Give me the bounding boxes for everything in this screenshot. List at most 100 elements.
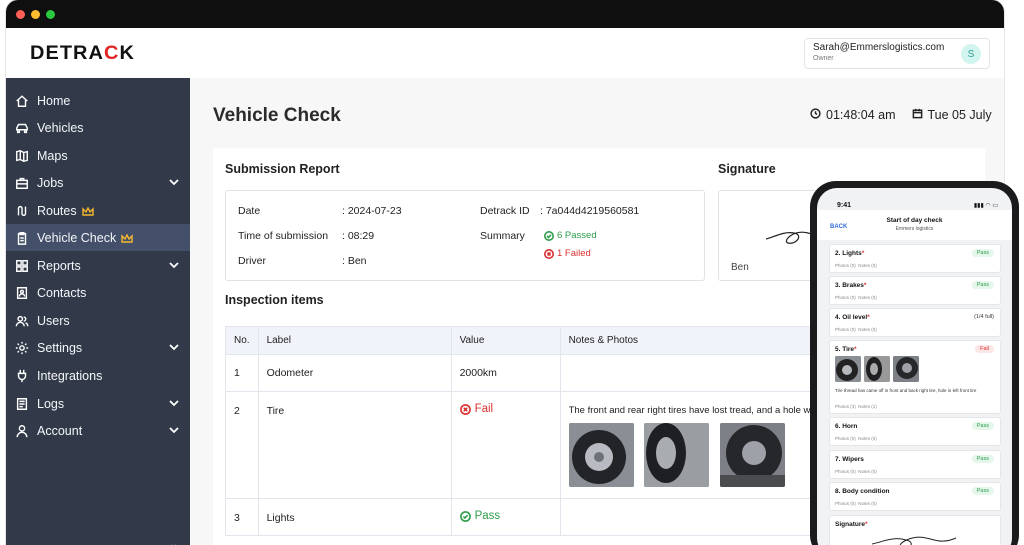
- pass-badge: Pass: [971, 487, 994, 495]
- notes-count[interactable]: Notes (1): [858, 404, 877, 409]
- photos-count[interactable]: Photos (0): [835, 501, 856, 506]
- row-value: Pass: [450, 498, 561, 536]
- avatar[interactable]: S: [961, 44, 981, 64]
- row-number: 1: [225, 354, 259, 392]
- stage: DETRACK Sarah@Emmerslogistics.com Owner …: [0, 0, 1024, 545]
- phone-check-item[interactable]: 8. Body condition Pass Photos (0) Notes …: [829, 482, 1001, 511]
- sidebar-item-jobs[interactable]: Jobs: [6, 169, 190, 196]
- notes-count[interactable]: Notes (0): [858, 295, 877, 300]
- notes-count[interactable]: Notes (0): [858, 327, 877, 332]
- logo-accent: C: [103, 43, 120, 64]
- detrack-logo[interactable]: DETRACK: [30, 43, 135, 65]
- gear-icon: [14, 340, 30, 356]
- sidebar-item-logs[interactable]: Logs: [6, 390, 190, 417]
- phone-check-item[interactable]: 5. Tire* Fail Tire thread has came off i…: [829, 340, 1001, 414]
- chevron-down-icon[interactable]: [168, 176, 180, 188]
- sidebar-item-integrations[interactable]: Integrations: [6, 362, 190, 389]
- check-label-text: 5. Tire: [835, 346, 855, 353]
- row-notes: [559, 354, 826, 392]
- grid-icon: [14, 258, 30, 274]
- sidebar-item-account[interactable]: Account: [6, 417, 190, 444]
- app-header: DETRACK Sarah@Emmerslogistics.com Owner …: [6, 28, 1004, 78]
- passed-summary: 6 Passed: [544, 230, 597, 241]
- photos-count[interactable]: Photos (0): [835, 469, 856, 474]
- check-label: Signature*: [835, 521, 868, 528]
- car-icon: [14, 120, 30, 136]
- phone-check-item[interactable]: 4. Oil level* (1/4 full) Photos (0) Note…: [829, 308, 1001, 337]
- tire-thumbnail[interactable]: [864, 356, 890, 382]
- phone-check-item[interactable]: 2. Lights* Pass Photos (0) Notes (0): [829, 244, 1001, 273]
- column-header-notes[interactable]: Notes & Photos: [559, 326, 826, 355]
- notes-count[interactable]: Notes (0): [858, 501, 877, 506]
- sidebar-item-settings[interactable]: Settings: [6, 334, 190, 361]
- phone-check-item[interactable]: 7. Wipers Pass Photos (0) Notes (0): [829, 450, 1001, 479]
- notes-count[interactable]: Notes (0): [858, 263, 877, 268]
- sidebar-item-vehicle-check[interactable]: Vehicle Check: [6, 224, 190, 251]
- table-row[interactable]: 2 Tire Fail The front and rear right tir…: [225, 391, 826, 499]
- users-icon: [14, 313, 30, 329]
- chevron-down-icon[interactable]: [168, 397, 180, 409]
- sidebar-item-contacts[interactable]: Contacts: [6, 279, 190, 306]
- tire-photo[interactable]: [644, 423, 710, 487]
- tire-photo[interactable]: [568, 423, 634, 487]
- sidebar-item-routes[interactable]: Routes: [6, 197, 190, 224]
- tire-thumbnail[interactable]: [835, 356, 861, 382]
- contact-icon: [14, 285, 30, 301]
- photos-count[interactable]: Photos (0): [835, 436, 856, 441]
- pass-label: Pass: [474, 510, 501, 522]
- sidebar-item-maps[interactable]: Maps: [6, 142, 190, 169]
- maximize-window-button[interactable]: [46, 9, 55, 19]
- phone-check-item[interactable]: 6. Horn Pass Photos (0) Notes (0): [829, 417, 1001, 446]
- tire-photo[interactable]: [720, 423, 786, 487]
- check-label: 7. Wipers: [835, 456, 864, 463]
- calendar-icon: [912, 108, 923, 122]
- sidebar-item-label: Users: [37, 313, 70, 328]
- user-menu[interactable]: Sarah@Emmerslogistics.com Owner S: [804, 38, 990, 69]
- map-icon: [14, 148, 30, 164]
- check-meta: Photos (0) Notes (0): [835, 469, 877, 474]
- sidebar-item-label: Integrations: [37, 368, 103, 383]
- column-header-label[interactable]: Label: [257, 326, 452, 355]
- failed-summary: 1 Failed: [544, 248, 591, 259]
- sidebar-item-vehicles[interactable]: Vehicles: [6, 114, 190, 141]
- row-notes: The front and rear right tires have lost…: [559, 391, 826, 499]
- phone-check-item[interactable]: 3. Brakes* Pass Photos (0) Notes (0): [829, 276, 1001, 305]
- sidebar-item-home[interactable]: Home: [6, 87, 190, 114]
- notes-count[interactable]: Notes (0): [858, 469, 877, 474]
- photos-count[interactable]: Photos (0): [835, 295, 856, 300]
- page-title: Vehicle Check: [213, 105, 341, 126]
- notes-count[interactable]: Notes (0): [858, 436, 877, 441]
- sidebar-item-users[interactable]: Users: [6, 307, 190, 334]
- row-notes: [559, 498, 826, 536]
- check-label: 3. Brakes*: [835, 282, 867, 289]
- check-meta: Photos (0) Notes (0): [835, 501, 877, 506]
- check-meta: Photos (0) Notes (0): [835, 263, 877, 268]
- phone-mockup: 9:41 ▮▮▮ ◠ ▭ BACK Start of day check Emm…: [810, 181, 1019, 545]
- phone-status-time: 9:41: [837, 202, 852, 209]
- inspection-table: No. Label Value Notes & Photos 1 Odomete…: [225, 326, 826, 536]
- check-label: 5. Tire*: [835, 346, 857, 353]
- sidebar-item-label: Home: [37, 93, 71, 108]
- current-time: 01:48:04 am: [826, 108, 896, 122]
- time-label: Time of submission: [238, 230, 329, 242]
- failed-count: 1 Failed: [557, 248, 591, 259]
- collapse-sidebar-button[interactable]: «: [168, 539, 177, 545]
- photos-count[interactable]: Photos (3): [835, 404, 856, 409]
- chevron-down-icon[interactable]: [168, 341, 180, 353]
- photos-count[interactable]: Photos (0): [835, 327, 856, 332]
- minimize-window-button[interactable]: [31, 9, 40, 19]
- column-header-value[interactable]: Value: [450, 326, 561, 355]
- close-window-button[interactable]: [16, 9, 25, 19]
- check-label: 4. Oil level*: [835, 314, 870, 321]
- chevron-down-icon[interactable]: [168, 259, 180, 271]
- tire-thumbnail[interactable]: [893, 356, 919, 382]
- table-row[interactable]: 1 Odometer 2000km: [225, 354, 826, 392]
- row-value: 2000km: [450, 354, 561, 392]
- phone-signature-item[interactable]: Signature*: [829, 515, 1001, 545]
- column-header-no[interactable]: No.: [225, 326, 259, 355]
- table-row[interactable]: 3 Lights Pass: [225, 498, 826, 536]
- photos-count[interactable]: Photos (0): [835, 263, 856, 268]
- sidebar-item-reports[interactable]: Reports: [6, 252, 190, 279]
- briefcase-icon: [14, 175, 30, 191]
- chevron-down-icon[interactable]: [168, 424, 180, 436]
